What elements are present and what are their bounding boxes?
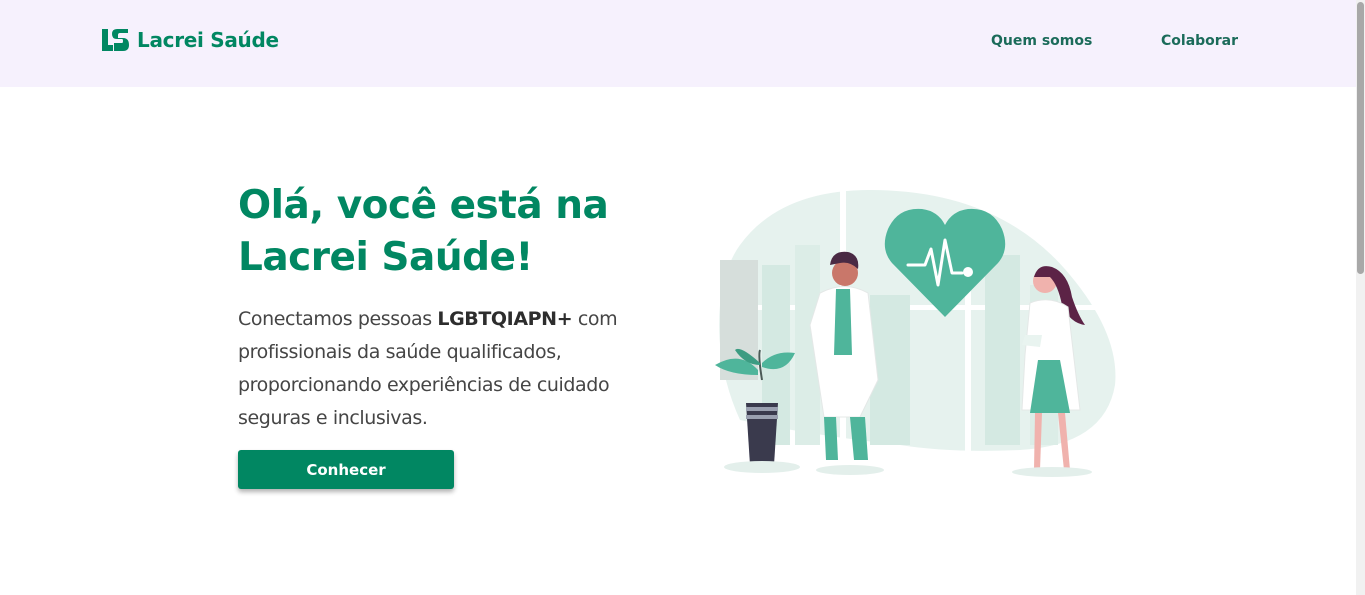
logo-mark-icon [102,29,129,51]
hero-text-bold: LGBTQIAPN+ [437,308,573,330]
logo-text: Lacrei Saúde [137,28,279,52]
doctors-illustration [715,190,1120,477]
hero-title: Olá, você está na Lacrei Saúde! [238,183,609,280]
hero-description: Conectamos pessoas LGBTQIAPN+ com profis… [238,303,658,435]
nav-link-quem-somos[interactable]: Quem somos [991,33,1092,49]
conhecer-button[interactable]: Conhecer [238,450,454,489]
scrollbar-thumb[interactable] [1357,2,1364,274]
site-header: Lacrei Saúde Quem somos Colaborar [0,0,1356,87]
logo[interactable]: Lacrei Saúde [100,27,279,53]
hero-text-start: Conectamos pessoas [238,308,438,330]
nav-link-colaborar[interactable]: Colaborar [1161,33,1238,49]
